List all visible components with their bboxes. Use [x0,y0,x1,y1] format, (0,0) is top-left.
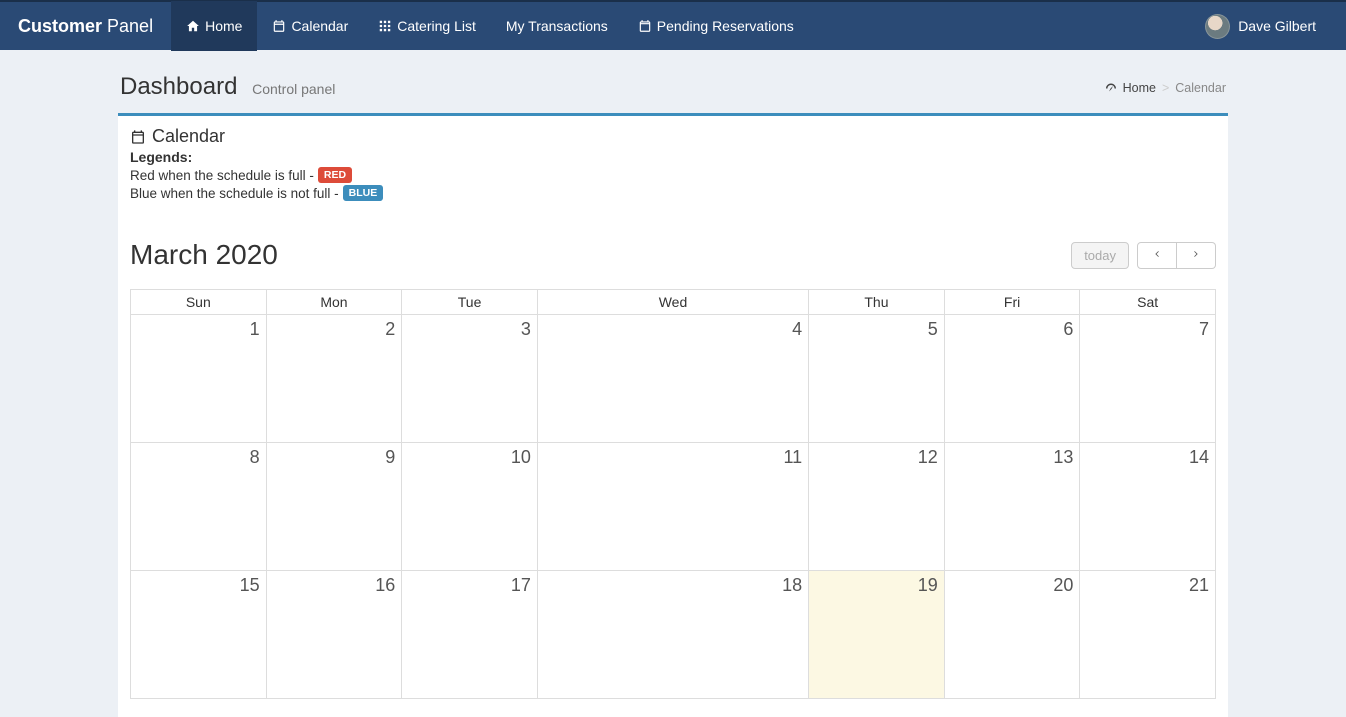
legends-label: Legends: [130,149,1216,165]
calendar-day-cell[interactable]: 10 [402,443,538,571]
calendar-toolbar: March 2020 today [130,239,1216,271]
page-subtitle: Control panel [252,81,335,97]
calendar-day-cell[interactable]: 7 [1080,315,1216,443]
nav-pending-reservations[interactable]: Pending Reservations [623,1,809,51]
grid-icon [378,19,392,33]
calendar-day-cell[interactable]: 18 [537,571,808,699]
panel-title: Calendar [130,126,1216,147]
calendar-week-row: 15161718192021 [131,571,1216,699]
calendar-day-cell[interactable]: 2 [266,315,402,443]
page-header: Dashboard Control panel Home > Calendar [118,65,1228,113]
chevron-left-icon [1152,248,1162,260]
calendar-panel: Calendar Legends: Red when the schedule … [118,113,1228,717]
calendar-header-row: Sun Mon Tue Wed Thu Fri Sat [131,290,1216,315]
nav-catering-list[interactable]: Catering List [363,1,491,51]
day-header-fri: Fri [944,290,1080,315]
calendar-week-row: 891011121314 [131,443,1216,571]
day-header-tue: Tue [402,290,538,315]
breadcrumb-separator: > [1162,81,1169,95]
prev-button[interactable] [1137,242,1177,269]
calendar-day-cell[interactable]: 9 [266,443,402,571]
legend-red: Red when the schedule is full - RED [130,167,1216,183]
calendar-week-row: 1234567 [131,315,1216,443]
calendar-day-cell[interactable]: 11 [537,443,808,571]
calendar-day-cell[interactable]: 8 [131,443,267,571]
main-nav: Home Calendar Catering List My Transacti… [171,1,1195,51]
dashboard-icon [1105,82,1117,94]
day-header-mon: Mon [266,290,402,315]
day-header-sun: Sun [131,290,267,315]
nav-my-transactions[interactable]: My Transactions [491,1,623,51]
content-wrapper: Dashboard Control panel Home > Calendar … [118,50,1228,717]
panel-body: March 2020 today [118,213,1228,717]
calendar-day-cell[interactable]: 5 [809,315,945,443]
calendar-day-cell[interactable]: 17 [402,571,538,699]
nav-catering-list-label: Catering List [397,1,476,51]
calendar-icon [272,19,286,33]
calendar-day-cell[interactable]: 3 [402,315,538,443]
breadcrumb-current: Calendar [1175,81,1226,95]
calendar-buttons: today [1071,242,1216,269]
calendar-day-cell[interactable]: 14 [1080,443,1216,571]
page-title-text: Dashboard [120,73,237,100]
calendar-day-cell[interactable]: 16 [266,571,402,699]
brand-bold: Customer [18,16,102,36]
day-header-wed: Wed [537,290,808,315]
topbar: Customer Panel Home Calendar Catering Li… [0,0,1346,50]
calendar-month-title: March 2020 [130,239,278,271]
page-title: Dashboard Control panel [120,73,335,101]
legend-red-text: Red when the schedule is full - [130,168,314,183]
legend-red-badge: RED [318,167,352,183]
calendar-day-cell[interactable]: 12 [809,443,945,571]
nav-calendar-label: Calendar [291,1,348,51]
legend-blue-text: Blue when the schedule is not full - [130,186,339,201]
nav-home-label: Home [205,1,242,51]
calendar-icon [130,129,146,145]
today-button[interactable]: today [1071,242,1129,269]
brand-light: Panel [107,16,153,36]
user-menu[interactable]: Dave Gilbert [1195,14,1326,39]
user-name: Dave Gilbert [1238,18,1316,34]
calendar-day-cell[interactable]: 20 [944,571,1080,699]
chevron-right-icon [1191,248,1201,260]
breadcrumb: Home > Calendar [1105,81,1226,95]
calendar-day-cell[interactable]: 6 [944,315,1080,443]
calendar-outline-icon [638,19,652,33]
calendar-day-cell[interactable]: 19 [809,571,945,699]
next-button[interactable] [1177,242,1216,269]
calendar-day-cell[interactable]: 1 [131,315,267,443]
nav-my-transactions-label: My Transactions [506,1,608,51]
nav-pending-reservations-label: Pending Reservations [657,1,794,51]
legend-blue-badge: BLUE [343,185,384,201]
nav-home[interactable]: Home [171,1,257,51]
breadcrumb-home[interactable]: Home [1123,81,1156,95]
calendar-day-cell[interactable]: 13 [944,443,1080,571]
home-icon [186,19,200,33]
calendar-day-cell[interactable]: 4 [537,315,808,443]
panel-header: Calendar Legends: Red when the schedule … [118,116,1228,213]
nav-calendar[interactable]: Calendar [257,1,363,51]
legend-blue: Blue when the schedule is not full - BLU… [130,185,1216,201]
avatar [1205,14,1230,39]
panel-title-text: Calendar [152,126,225,147]
calendar-day-cell[interactable]: 21 [1080,571,1216,699]
brand[interactable]: Customer Panel [0,1,171,51]
nav-button-group [1137,242,1216,269]
day-header-thu: Thu [809,290,945,315]
day-header-sat: Sat [1080,290,1216,315]
calendar-grid: Sun Mon Tue Wed Thu Fri Sat 123456789101… [130,289,1216,699]
calendar-day-cell[interactable]: 15 [131,571,267,699]
